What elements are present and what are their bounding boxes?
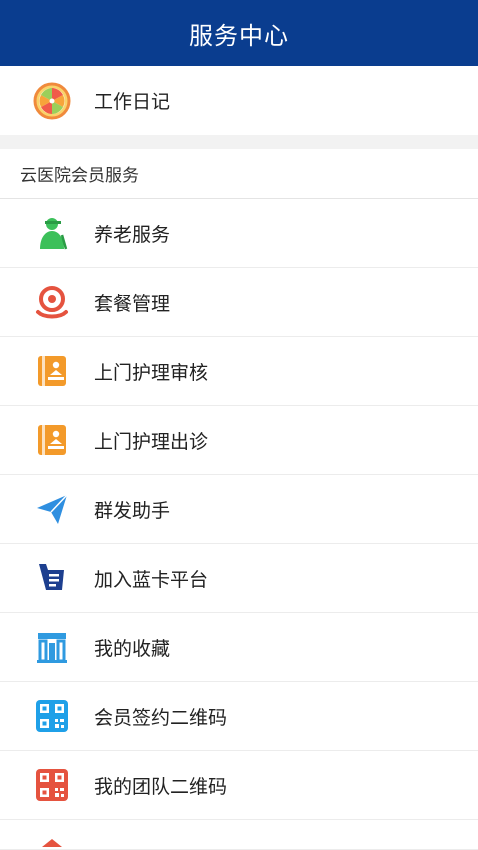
join-blue-card-label: 加入蓝卡平台 [94, 568, 209, 591]
partial-item-icon [32, 820, 72, 849]
package-gear-icon [32, 282, 72, 322]
member-qr-code-label: 会员签约二维码 [94, 706, 228, 729]
qr-code-icon [32, 696, 72, 736]
home-nursing-visit-icon [32, 420, 72, 460]
partial-list-item[interactable] [0, 820, 478, 850]
team-qr-code-item[interactable]: 我的团队二维码 [0, 751, 478, 820]
join-blue-card-item[interactable]: 加入蓝卡平台 [0, 544, 478, 613]
home-nursing-review-item[interactable]: 上门护理审核 [0, 337, 478, 406]
group-send-assistant-label: 群发助手 [94, 499, 171, 522]
elder-care-icon [32, 213, 72, 253]
work-diary-item[interactable]: 工作日记 [0, 66, 478, 135]
elder-care-label: 养老服务 [94, 223, 171, 246]
page-title: 服务中心 [189, 21, 289, 50]
elder-care-item[interactable]: 养老服务 [0, 199, 478, 268]
blue-card-icon [32, 558, 72, 598]
home-nursing-visit-item[interactable]: 上门护理出诊 [0, 406, 478, 475]
orange-slice-icon [32, 81, 72, 121]
package-management-item[interactable]: 套餐管理 [0, 268, 478, 337]
collection-building-icon [32, 627, 72, 667]
section-title: 云医院会员服务 [20, 166, 139, 186]
group-send-assistant-item[interactable]: 群发助手 [0, 475, 478, 544]
section-separator [0, 135, 478, 149]
package-management-label: 套餐管理 [94, 292, 171, 315]
home-nursing-visit-label: 上门护理出诊 [94, 430, 209, 453]
team-qr-code-label: 我的团队二维码 [94, 775, 228, 798]
work-diary-label: 工作日记 [94, 91, 171, 113]
section-header: 云医院会员服务 [0, 149, 478, 199]
my-favorites-item[interactable]: 我的收藏 [0, 613, 478, 682]
home-nursing-review-label: 上门护理审核 [94, 361, 209, 384]
send-icon [32, 489, 72, 529]
home-nursing-icon [32, 351, 72, 391]
my-favorites-label: 我的收藏 [94, 637, 171, 660]
team-qr-code-icon [32, 765, 72, 805]
top-bar: 服务中心 [0, 0, 478, 66]
member-qr-code-item[interactable]: 会员签约二维码 [0, 682, 478, 751]
